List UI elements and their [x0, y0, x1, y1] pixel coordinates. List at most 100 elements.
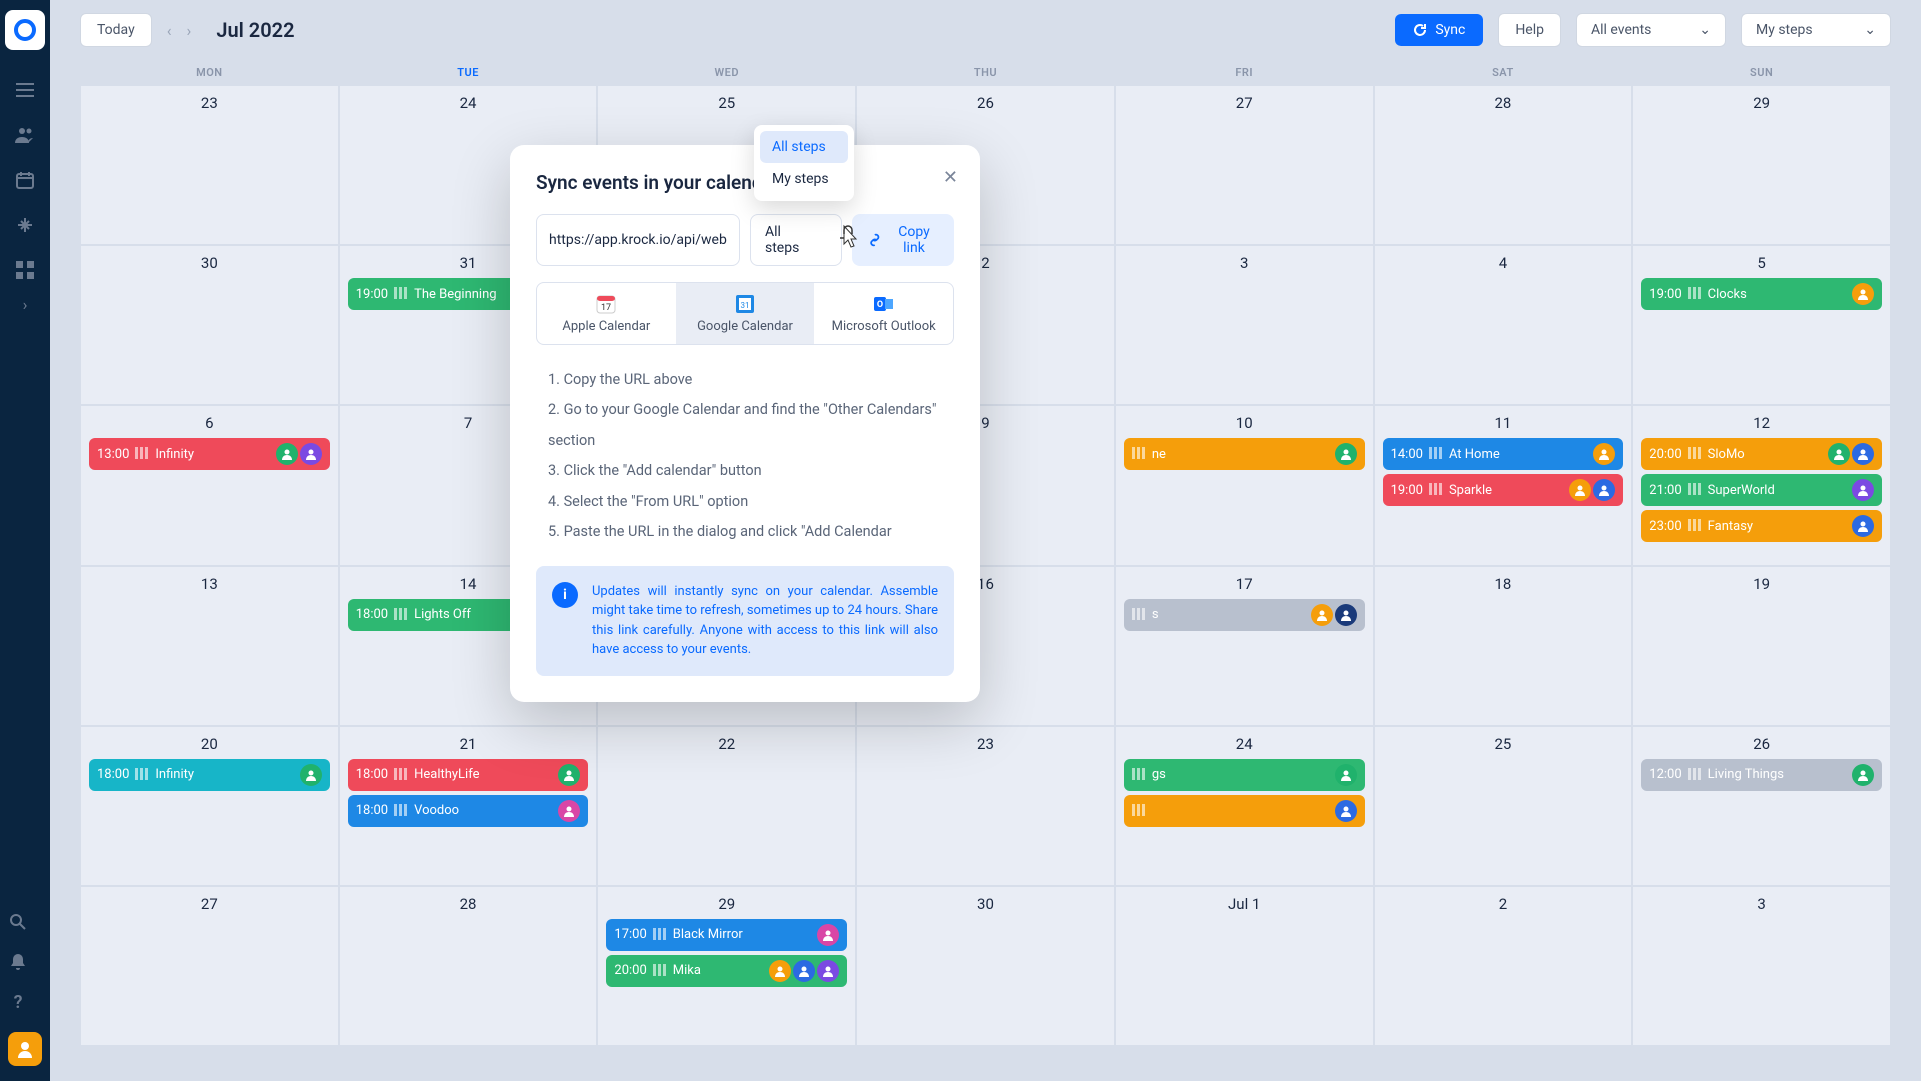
- calendar-cell[interactable]: 3: [1632, 886, 1891, 1046]
- calendar-cell[interactable]: 23: [80, 85, 339, 245]
- people-icon[interactable]: [15, 125, 35, 145]
- calendar-cell[interactable]: 30: [80, 245, 339, 405]
- date-number: 25: [606, 94, 847, 112]
- calendar-cell[interactable]: 19: [1632, 566, 1891, 726]
- dropdown-item-my-steps[interactable]: My steps: [760, 163, 848, 195]
- calendar-event[interactable]: 20:00Mika: [606, 955, 847, 987]
- today-button[interactable]: Today: [80, 13, 152, 47]
- calendar-cell[interactable]: 26 12:00Living Things: [1632, 726, 1891, 886]
- link-icon: [868, 233, 882, 247]
- flow-icon[interactable]: [15, 215, 35, 235]
- instructions: 1. Copy the URL above 2. Go to your Goog…: [548, 365, 954, 548]
- calendar-event[interactable]: 18:00HealthyLife: [348, 759, 589, 791]
- day-header: SAT: [1374, 60, 1633, 85]
- topbar: Today ‹ › Jul 2022 Sync Help All events …: [50, 0, 1921, 60]
- calendar-cell[interactable]: 27: [80, 886, 339, 1046]
- app-logo[interactable]: [5, 10, 45, 50]
- calendar-cell[interactable]: 21 18:00HealthyLife 18:00Voodoo: [339, 726, 598, 886]
- date-number: 11: [1383, 414, 1624, 432]
- sync-icon: [1413, 23, 1427, 37]
- calendar-cell[interactable]: 10ne: [1115, 405, 1374, 565]
- calendar-cell[interactable]: 18: [1374, 566, 1633, 726]
- cursor-icon: [836, 224, 860, 252]
- date-number: 4: [1383, 254, 1624, 272]
- calendar-cell[interactable]: 28: [339, 886, 598, 1046]
- calendar: MONTUEWEDTHUFRISATSUN 232425262728293031…: [80, 60, 1891, 1051]
- close-icon[interactable]: ✕: [943, 167, 958, 188]
- date-number: 26: [1641, 735, 1882, 753]
- outlook-icon: O: [873, 293, 895, 315]
- calendar-cell[interactable]: 3: [1115, 245, 1374, 405]
- help-button[interactable]: Help: [1498, 13, 1561, 47]
- steps-filter-dropdown[interactable]: My steps ⌄: [1741, 13, 1891, 47]
- date-number: 3: [1124, 254, 1365, 272]
- calendar-cell[interactable]: 13: [80, 566, 339, 726]
- day-header: MON: [80, 60, 339, 85]
- date-number: 29: [1641, 94, 1882, 112]
- calendar-cell[interactable]: 17s: [1115, 566, 1374, 726]
- day-header: THU: [856, 60, 1115, 85]
- date-number: 27: [89, 895, 330, 913]
- calendar-cell[interactable]: 30: [856, 886, 1115, 1046]
- calendar-cell[interactable]: 28: [1374, 85, 1633, 245]
- date-number: 28: [1383, 94, 1624, 112]
- next-month-icon[interactable]: ›: [187, 21, 192, 40]
- date-number: 26: [865, 94, 1106, 112]
- date-number: 21: [348, 735, 589, 753]
- calendar-event[interactable]: 19:00Sparkle: [1383, 474, 1624, 506]
- events-filter-dropdown[interactable]: All events ⌄: [1576, 13, 1726, 47]
- calendar-cell[interactable]: 6 13:00Infinity: [80, 405, 339, 565]
- steps-dropdown-menu: All steps My steps: [754, 125, 854, 201]
- calendar-cell[interactable]: 519:00Clocks: [1632, 245, 1891, 405]
- calendar-event[interactable]: 18:00Voodoo: [348, 795, 589, 827]
- search-icon[interactable]: [8, 912, 28, 932]
- calendar-cell[interactable]: 1220:00SloMo21:00SuperWorld23:00Fantasy: [1632, 405, 1891, 565]
- calendar-event[interactable]: 17:00Black Mirror: [606, 919, 847, 951]
- prev-month-icon[interactable]: ‹: [167, 21, 172, 40]
- date-number: 6: [89, 414, 330, 432]
- calendar-cell[interactable]: 25: [1374, 726, 1633, 886]
- calendar-cell[interactable]: 29 17:00Black Mirror 20:00Mika: [597, 886, 856, 1046]
- bell-icon[interactable]: [8, 952, 28, 972]
- calendar-cell[interactable]: 11 14:00At Home 19:00Sparkle: [1374, 405, 1633, 565]
- calendar-cell[interactable]: 27: [1115, 85, 1374, 245]
- calendar-cell[interactable]: 4: [1374, 245, 1633, 405]
- calendar-event[interactable]: gs: [1124, 759, 1365, 791]
- calendar-event[interactable]: 18:00Infinity: [89, 759, 330, 791]
- date-number: 2: [1383, 895, 1624, 913]
- tab-google-calendar[interactable]: 31 Google Calendar: [676, 283, 815, 344]
- calendar-event[interactable]: 21:00SuperWorld: [1641, 474, 1882, 506]
- calendar-event[interactable]: 12:00Living Things: [1641, 759, 1882, 791]
- date-number: 3: [1641, 895, 1882, 913]
- calendar-icon[interactable]: [15, 170, 35, 190]
- calendar-event[interactable]: [1124, 795, 1365, 827]
- calendar-cell[interactable]: 22: [597, 726, 856, 886]
- calendar-event[interactable]: 13:00Infinity: [89, 438, 330, 470]
- dropdown-item-all-steps[interactable]: All steps: [760, 131, 848, 163]
- calendar-event[interactable]: 19:00Clocks: [1641, 278, 1882, 310]
- calendar-event[interactable]: 23:00Fantasy: [1641, 510, 1882, 542]
- help-icon[interactable]: ?: [8, 992, 28, 1012]
- tab-apple-calendar[interactable]: 17 Apple Calendar: [537, 283, 676, 344]
- grid-icon[interactable]: [15, 260, 35, 280]
- calendar-event[interactable]: 14:00At Home: [1383, 438, 1624, 470]
- user-avatar[interactable]: [8, 1032, 42, 1066]
- calendar-cell[interactable]: 2018:00Infinity: [80, 726, 339, 886]
- date-number: 29: [606, 895, 847, 913]
- tab-outlook[interactable]: O Microsoft Outlook: [814, 283, 953, 344]
- calendar-cell[interactable]: 23: [856, 726, 1115, 886]
- calendar-cell[interactable]: 2: [1374, 886, 1633, 1046]
- steps-dropdown[interactable]: All steps: [750, 214, 842, 266]
- calendar-event[interactable]: ne: [1124, 438, 1365, 470]
- sync-button[interactable]: Sync: [1395, 14, 1483, 46]
- calendar-event[interactable]: 20:00SloMo: [1641, 438, 1882, 470]
- copy-link-button[interactable]: Copy link: [852, 214, 954, 266]
- svg-text:17: 17: [601, 303, 611, 313]
- url-input[interactable]: [536, 214, 740, 266]
- calendar-cell[interactable]: 29: [1632, 85, 1891, 245]
- expand-icon[interactable]: ›: [23, 295, 28, 314]
- calendar-event[interactable]: s: [1124, 599, 1365, 631]
- calendar-cell[interactable]: 24gs: [1115, 726, 1374, 886]
- calendar-cell[interactable]: Jul 1: [1115, 886, 1374, 1046]
- list-icon[interactable]: [15, 80, 35, 100]
